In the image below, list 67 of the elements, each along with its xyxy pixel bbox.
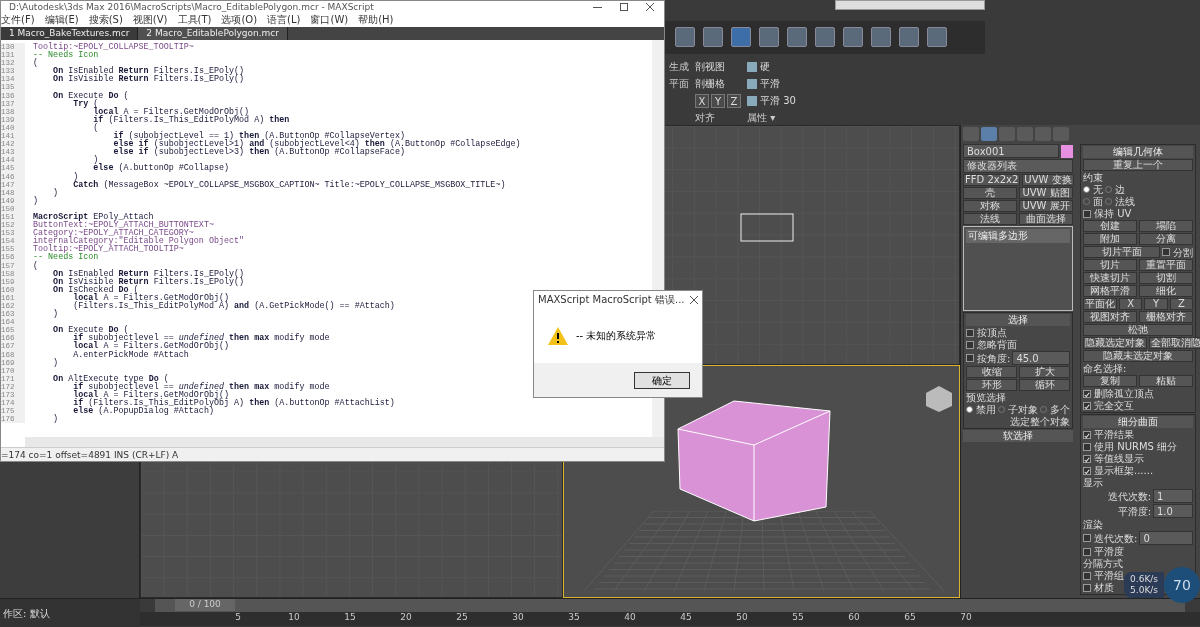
code-line: On IsChecked Do (	[52, 285, 139, 294]
code-line: On IsVisible Return Filters.Is_EPoly()	[52, 75, 245, 84]
code-line: if (Filters.Is_This_EditPolyMod A) then	[92, 115, 290, 124]
code-line: )	[52, 415, 59, 424]
tick-label: 10	[287, 612, 301, 624]
code-line: )	[52, 188, 59, 197]
code-line: )	[33, 196, 39, 205]
code-line: internalCategory:"Editable Polygon Object"	[33, 237, 245, 246]
group-label: 显示	[1083, 477, 1104, 488]
dialog-message: -- 未知的系统异常	[576, 329, 657, 343]
group-label: 渲染	[1083, 519, 1104, 530]
group-label: 命名选择:	[1083, 363, 1127, 374]
tick-label: 60	[847, 612, 861, 624]
code-line: Catch (MessageBox ~EPOLY_COLLAPSE_MSGBOX_CAPTION~ Title:~EPOLY_COLLAPSE_MSGBOX_TITLE~)	[72, 180, 506, 189]
code-line: On IsEnabled Return Filters.Is_EPoly()	[52, 269, 245, 278]
code-line: Try (	[72, 99, 99, 108]
code-line: (	[33, 59, 39, 68]
code-line: Category:~EPOLY_ATTACH_CATEGORY~	[33, 229, 194, 238]
code-line: Tooltip:~EPOLY_ATTACH_TOOLTIP~	[33, 245, 184, 254]
tick-label: 70	[959, 612, 973, 624]
group-label: 分隔方式	[1083, 558, 1124, 569]
group-label: 对齐	[695, 111, 716, 125]
tick-label: 40	[623, 612, 637, 624]
tick-label: 15	[343, 612, 357, 624]
code-line: On Execute Do (	[52, 91, 129, 100]
window-title: D:\Autodesk\3ds Max 2016\MacroScripts\Macro_EditablePolygon.mcr - MAXScript	[9, 2, 374, 12]
code-line: A.enterPickMode #Attach	[72, 350, 189, 359]
field-label: 平滑度:	[1117, 505, 1151, 517]
tick-label: 35	[567, 612, 581, 624]
field-label: 迭代次数:	[1107, 490, 1151, 502]
ribbon-label: 生成	[669, 60, 689, 74]
code-line: )	[72, 172, 79, 181]
code-line: else (A.buttonOp #Collapse)	[92, 164, 230, 173]
status-bar: =174 co=1 offset=4891 INS (CR+LF) A	[1, 447, 664, 461]
group-label: 预览选择	[966, 392, 1007, 403]
code-line: -- Needs Icon	[33, 253, 99, 262]
code-line: On IsVisible Return Filters.Is_EPoly()	[52, 277, 245, 286]
code-line: (	[33, 261, 39, 270]
code-line: On AltExecute type Do (	[52, 374, 169, 383]
code-line: local A = Filters.GetModOrObj()	[72, 293, 230, 302]
code-line: local A = Filters.GetModOrObj()	[92, 107, 250, 116]
code-line: )	[52, 310, 59, 319]
tick-label: 55	[791, 612, 805, 624]
code-line: else if (subobjectLevel>3) then (A.ButtonOp #CollapseFace)	[112, 148, 405, 157]
selection-info: 选定整个对象	[1010, 416, 1070, 427]
tick-label: 45	[679, 612, 693, 624]
dialog-title: MAXScript MacroScript 错误...	[538, 293, 685, 307]
code-line: )	[52, 358, 59, 367]
code-line: ButtonText:~EPOLY_ATTACH_BUTTONTEXT~	[33, 221, 214, 230]
code-line: Tooltip:~EPOLY_COLLAPSE_TOOLTIP~	[33, 43, 194, 52]
code-line: local A = Filters.GetModOrObj()	[72, 342, 230, 351]
upload-speed: 0.6K/s	[1130, 574, 1158, 585]
tick-label: 50	[735, 612, 749, 624]
tick-label: 20	[399, 612, 413, 624]
tick-label: 65	[903, 612, 917, 624]
code-line: if (Filters.Is_This_EditPolyObj A) then (A.buttonOp #AttachList)	[72, 399, 395, 408]
code-line: MacroScript EPoly_Attach	[33, 212, 154, 222]
tick-label: 5	[234, 612, 242, 624]
group-label: 约束	[1083, 172, 1104, 183]
download-speed: 5.0K/s	[1130, 585, 1158, 596]
ribbon-label: 平面	[669, 77, 689, 91]
code-line: (	[92, 123, 99, 133]
tick-label: 25	[455, 612, 469, 624]
code-line: (Filters.Is_This_EditPolyMod A) and (A.GetPickMode() == #Attach)	[72, 302, 395, 311]
code-line: )	[92, 156, 99, 165]
tick-label: 30	[511, 612, 525, 624]
code-line: else (A.PopupDialog #Attach)	[72, 407, 214, 416]
